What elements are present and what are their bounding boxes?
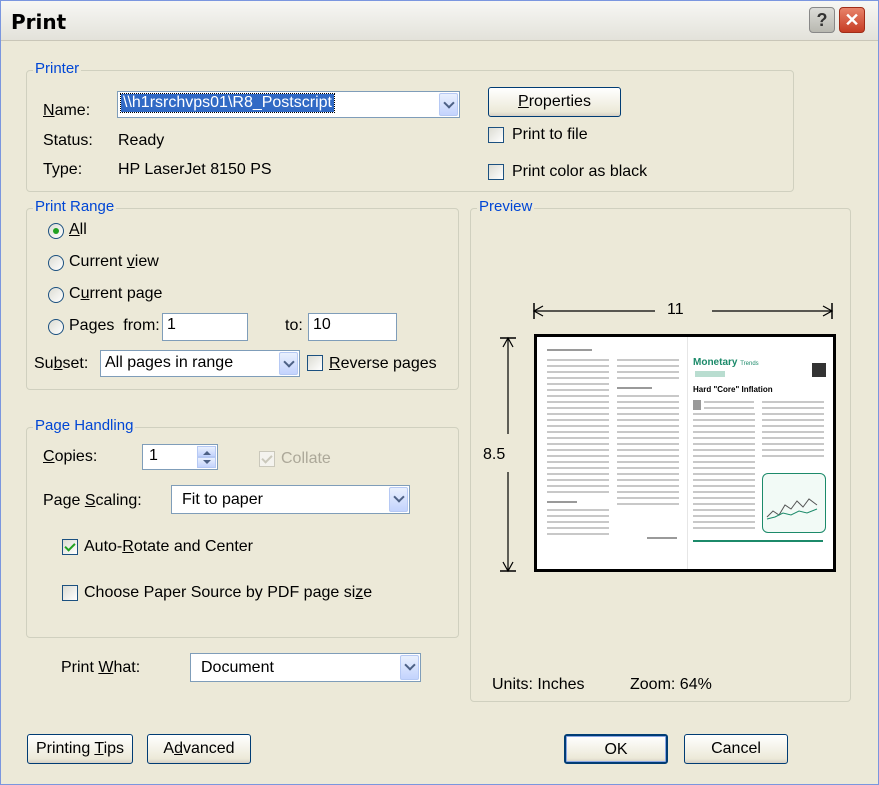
copies-spin-buttons[interactable] — [197, 446, 216, 468]
preview-legend: Preview — [477, 198, 535, 215]
print-dialog: Print ? ✕ Printer Name: \\h1rsrchvps01\R… — [0, 0, 879, 785]
width-label: 11 — [667, 301, 684, 318]
reverse-pages-label: Reverse pages — [329, 355, 437, 372]
print-what-value: Document — [201, 659, 274, 676]
print-range-legend: Print Range — [33, 198, 117, 215]
properties-button[interactable]: Properties — [488, 87, 621, 117]
type-label: Type: — [43, 161, 83, 178]
advanced-button[interactable]: Advanced — [147, 734, 251, 764]
chevron-down-icon[interactable] — [279, 352, 298, 375]
copies-value: 1 — [149, 447, 158, 464]
auto-rotate-checkbox[interactable] — [62, 539, 78, 555]
pages-from-input[interactable]: 1 — [162, 313, 248, 341]
range-current-view-label: Current view — [69, 253, 159, 270]
chevron-down-icon[interactable] — [389, 487, 408, 512]
status-label: Status: — [43, 132, 93, 149]
units-label: Units: Inches — [492, 676, 585, 693]
pages-to-input[interactable]: 10 — [308, 313, 397, 341]
close-icon[interactable]: ✕ — [839, 7, 865, 33]
range-pages-label: Pages from: — [69, 317, 160, 334]
help-icon[interactable]: ? — [809, 7, 835, 33]
range-all-label: All — [69, 221, 87, 238]
range-current-page-radio[interactable] — [48, 287, 64, 303]
printer-legend: Printer — [33, 60, 82, 77]
preview-page: Monetary Trends Hard "Core" Inflation — [534, 334, 836, 572]
printer-name-label: Name: — [43, 102, 91, 119]
dialog-title: Print — [11, 10, 67, 34]
range-current-page-label: Current page — [69, 285, 163, 302]
spin-down-icon[interactable] — [197, 457, 216, 468]
print-what-select[interactable]: Document — [190, 653, 421, 682]
ok-button[interactable]: OK — [564, 734, 668, 764]
range-current-view-radio[interactable] — [48, 255, 64, 271]
printer-name-value: \\h1rsrchvps01\R8_Postscript — [120, 93, 335, 113]
spin-up-icon[interactable] — [197, 446, 216, 457]
zoom-label: Zoom: 64% — [630, 676, 712, 693]
doc-brand: Monetary Trends — [693, 357, 759, 368]
printer-name-select[interactable]: \\h1rsrchvps01\R8_Postscript — [117, 91, 460, 118]
page-handling-legend: Page Handling — [33, 417, 136, 434]
range-all-radio[interactable] — [48, 223, 64, 239]
chevron-down-icon[interactable] — [439, 93, 458, 116]
collate-checkbox[interactable] — [259, 451, 275, 467]
printing-tips-button[interactable]: Printing Tips — [27, 734, 133, 764]
reverse-pages-checkbox[interactable] — [307, 355, 323, 371]
width-dimension-arrow — [532, 303, 834, 319]
type-value: HP LaserJet 8150 PS — [118, 161, 272, 178]
page-scaling-label: Page Scaling: — [43, 492, 142, 509]
page-scaling-select[interactable]: Fit to paper — [171, 485, 410, 514]
status-value: Ready — [118, 132, 165, 149]
copies-stepper[interactable]: 1 — [142, 444, 218, 470]
subset-value: All pages in range — [105, 354, 234, 371]
paper-source-label: Choose Paper Source by PDF page size — [84, 584, 373, 601]
print-what-label: Print What: — [61, 659, 141, 676]
subset-select[interactable]: All pages in range — [100, 350, 300, 377]
print-to-file-label: Print to file — [512, 126, 588, 143]
print-color-black-label: Print color as black — [512, 163, 648, 180]
doc-chart-thumbnail — [766, 498, 818, 520]
doc-heading: Hard "Core" Inflation — [693, 385, 773, 394]
chevron-down-icon[interactable] — [400, 655, 419, 680]
title-bar[interactable]: Print ? ✕ — [1, 1, 878, 41]
collate-label: Collate — [281, 450, 331, 467]
page-gutter — [687, 337, 688, 569]
height-label: 8.5 — [483, 446, 506, 463]
print-color-black-checkbox[interactable] — [488, 164, 504, 180]
cancel-button[interactable]: Cancel — [684, 734, 788, 764]
range-pages-radio[interactable] — [48, 319, 64, 335]
copies-label: Copies: — [43, 448, 98, 465]
auto-rotate-label: Auto-Rotate and Center — [84, 538, 254, 555]
page-scaling-value: Fit to paper — [182, 491, 263, 508]
pages-to-label: to: — [285, 317, 303, 334]
print-to-file-checkbox[interactable] — [488, 127, 504, 143]
paper-source-checkbox[interactable] — [62, 585, 78, 601]
subset-label: Subset: — [34, 355, 89, 372]
